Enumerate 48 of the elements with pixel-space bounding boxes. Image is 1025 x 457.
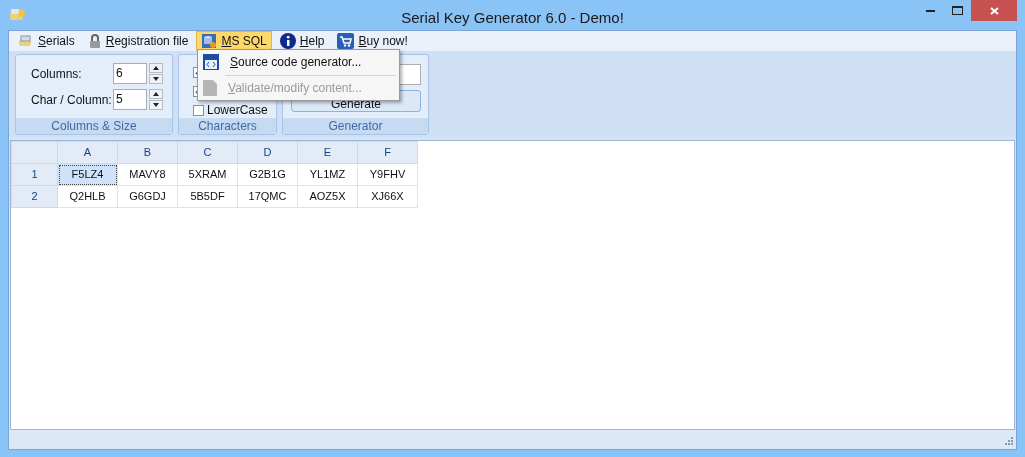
minimize-icon [925, 8, 935, 12]
table-cell[interactable]: MAVY8 [117, 163, 178, 186]
table-cell[interactable]: 17QMC [237, 185, 298, 208]
field-label: Columns: [31, 65, 83, 83]
number-field[interactable]: 5 [113, 89, 147, 110]
column-header[interactable]: E [297, 141, 358, 164]
table-cell[interactable]: 5XRAM [177, 163, 238, 186]
window-title: Serial Key Generator 6.0 - Demo! [401, 8, 624, 28]
number-field[interactable]: 6 [113, 63, 147, 84]
keys-icon [18, 34, 34, 48]
column-header[interactable]: D [237, 141, 298, 164]
row-header[interactable]: 1 [11, 163, 58, 186]
lock-icon [87, 33, 102, 49]
row-header[interactable]: 2 [11, 185, 58, 208]
code-file-icon [202, 53, 220, 72]
field-label: Char / Column: [31, 91, 113, 109]
spin-buttons[interactable] [149, 63, 163, 84]
dropdown-item[interactable]: Source code generator... [198, 52, 399, 73]
column-header[interactable]: B [117, 141, 178, 164]
table-cell[interactable]: Q2HLB [57, 185, 118, 208]
close-button[interactable] [971, 0, 1017, 21]
column-header[interactable]: A [57, 141, 118, 164]
menu-item[interactable]: Registration file [82, 31, 194, 51]
maximize-icon [951, 5, 963, 15]
group-caption: Characters [179, 118, 276, 134]
group-caption: Columns & Size [16, 118, 172, 134]
spin-buttons[interactable] [149, 89, 163, 110]
column-header[interactable]: F [357, 141, 418, 164]
corner-header [11, 141, 58, 164]
page-icon [202, 78, 218, 97]
menu-item[interactable]: Help [274, 31, 330, 51]
close-icon [989, 6, 999, 15]
group-caption: Generator [283, 118, 428, 134]
app-icon [9, 6, 26, 22]
table-cell[interactable]: AOZ5X [297, 185, 358, 208]
checkbox[interactable] [193, 104, 204, 116]
table-cell[interactable]: YL1MZ [297, 163, 358, 186]
column-header[interactable]: C [177, 141, 238, 164]
table-cell[interactable]: Y9FHV [357, 163, 418, 186]
database-icon [201, 33, 218, 49]
menu-item[interactable]: Serials [13, 31, 80, 51]
table-cell[interactable]: XJ66X [357, 185, 418, 208]
checkbox-label: LowerCase [207, 102, 268, 119]
table-cell[interactable]: G2B1G [237, 163, 298, 186]
resize-grip-icon[interactable] [1004, 437, 1013, 446]
table-cell[interactable]: G6GDJ [117, 185, 178, 208]
table-cell[interactable]: 5B5DF [177, 185, 238, 208]
menu-item[interactable]: MS SQL [196, 31, 272, 51]
